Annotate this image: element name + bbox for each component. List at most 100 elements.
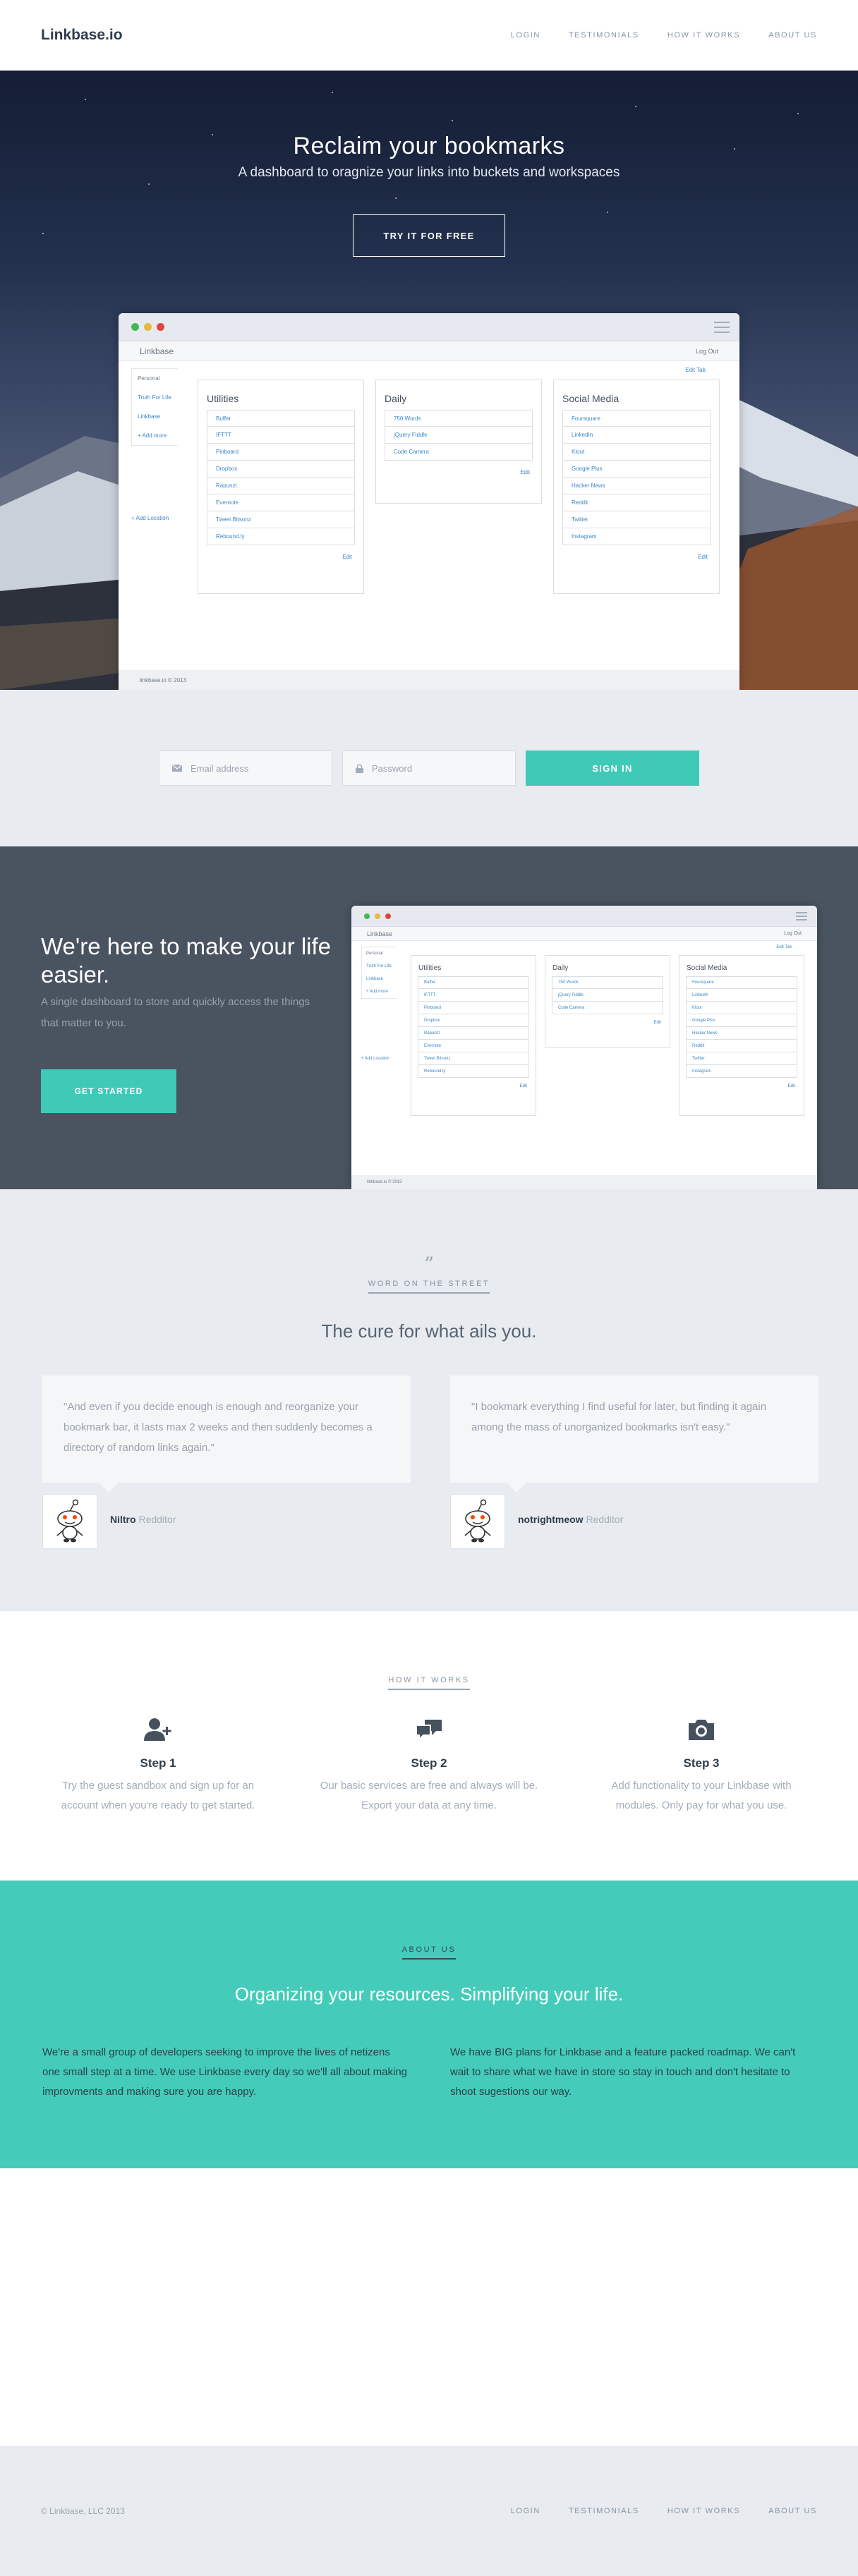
- email-field[interactable]: Email address: [159, 751, 332, 786]
- password-placeholder: Password: [372, 763, 413, 774]
- window-minimize-dot: [375, 913, 380, 919]
- reddit-alien-icon: [56, 1499, 83, 1543]
- add-workspace-link: + Add more: [366, 990, 388, 994]
- footer-how-it-works-link[interactable]: HOW IT WORKS: [667, 2507, 740, 2515]
- sign-in-button[interactable]: SIGN IN: [526, 751, 699, 786]
- author-role: Redditor: [586, 1514, 624, 1525]
- step-card: Step 1 Try the guest sandbox and sign up…: [45, 1715, 271, 1816]
- logout-link: Log Out: [784, 931, 802, 936]
- window-maximize-dot: [131, 323, 139, 331]
- bucket-card: Social Media Foursquare LinkedIn Klout G…: [679, 955, 804, 1116]
- bucket-link: Google Plus: [562, 461, 711, 478]
- step-title: Step 3: [683, 1756, 720, 1770]
- nav-about-link[interactable]: ABOUT US: [768, 31, 817, 40]
- bucket-link: Rebound.ly: [418, 1065, 529, 1078]
- bucket-link: Hacker News: [562, 478, 711, 494]
- bucket-link: Code Camera: [385, 444, 533, 461]
- feature-title: We're here to make your life easier.: [41, 933, 332, 988]
- bucket-edit-link: Edit: [519, 1084, 527, 1088]
- bucket-link: Reddit: [686, 1040, 797, 1052]
- testimonial-card: "And even if you decide enough is enough…: [42, 1375, 411, 1493]
- bucket-link: Buffer: [418, 976, 529, 989]
- edit-tabs-link: Edit Tab: [685, 367, 706, 373]
- nav-testimonials-link[interactable]: TESTIMONIALS: [569, 31, 639, 40]
- bucket-link: Rebound.ly: [207, 528, 355, 545]
- app-body: Edit Tab Personal Truth For Life Linkbas…: [119, 361, 739, 670]
- app-preview-large: Linkbase Log Out Edit Tab Personal Truth…: [119, 313, 739, 690]
- bucket-link: Klout: [686, 1002, 797, 1014]
- bucket-link: Rapunzl: [418, 1027, 529, 1040]
- nav-login-link[interactable]: LOGIN: [511, 31, 540, 40]
- step-title: Step 1: [140, 1756, 176, 1770]
- window-maximize-dot: [364, 913, 370, 919]
- step-description: Add functionality to your Linkbase with …: [611, 1780, 792, 1811]
- app-name: Linkbase: [367, 930, 393, 937]
- app-body: Edit Tab Personal Truth For Life Linkbas…: [351, 941, 817, 1175]
- blank-spacer: [0, 2168, 858, 2446]
- testimonial-author: Niltro Redditor: [110, 1514, 176, 1525]
- about-paragraph-left: We're a small group of developers seekin…: [42, 2046, 408, 2098]
- bucket-title: Social Media: [562, 393, 620, 404]
- app-footer: linkbase.io © 2013: [119, 670, 739, 690]
- bucket-link: Twitter: [686, 1052, 797, 1065]
- testimonial-author: notrightmeow Redditor: [518, 1514, 623, 1525]
- step-description: Try the guest sandbox and sign up for an…: [61, 1780, 255, 1811]
- camera-icon: [689, 1720, 714, 1740]
- bucket-title: Daily: [552, 964, 569, 972]
- bucket-card: Daily 750 Words jQuery Fiddle Code Camer…: [375, 379, 542, 504]
- try-free-button[interactable]: TRY IT FOR FREE: [353, 214, 505, 257]
- add-location-link: + Add Location: [131, 515, 169, 521]
- bucket-edit-link: Edit: [787, 1084, 795, 1088]
- bucket-link: Hacker News: [686, 1027, 797, 1040]
- footer-about-link[interactable]: ABOUT US: [768, 2507, 817, 2515]
- footer-testimonials-link[interactable]: TESTIMONIALS: [569, 2507, 639, 2515]
- feature-section: We're here to make your life easier. A s…: [0, 846, 858, 1189]
- nav-how-it-works-link[interactable]: HOW IT WORKS: [667, 31, 740, 40]
- app-header: Linkbase Log Out: [351, 927, 817, 941]
- add-user-icon: [144, 1718, 171, 1741]
- get-started-button[interactable]: GET STARTED: [41, 1069, 176, 1113]
- bucket-link: jQuery Fiddle: [552, 989, 663, 1002]
- hero-title: Reclaim your bookmarks: [293, 133, 565, 159]
- edit-tabs-link: Edit Tab: [776, 945, 792, 949]
- bucket-link: Evernote: [418, 1040, 529, 1052]
- footer-login-link[interactable]: LOGIN: [511, 2507, 540, 2515]
- hero-subtitle: A dashboard to oragnize your links into …: [238, 165, 620, 180]
- add-workspace-link: + Add more: [138, 432, 167, 439]
- bucket-edit-link: Edit: [520, 469, 530, 475]
- quote-icon: ”: [423, 1253, 435, 1276]
- bucket-link: Tweet Bitsonz: [418, 1052, 529, 1065]
- workspace-tabs: Personal Truth For Life Linkbase + Add m…: [361, 947, 397, 999]
- section-label: ABOUT US: [0, 1943, 858, 1960]
- workspace-tab: Personal: [138, 375, 160, 382]
- window-titlebar: [119, 313, 739, 341]
- chat-bubbles-icon: [416, 1720, 442, 1742]
- menu-icon: [796, 912, 807, 921]
- password-field[interactable]: Password: [342, 751, 516, 786]
- bucket-title: Utilities: [207, 393, 239, 404]
- bucket-title: Utilities: [418, 964, 442, 972]
- bucket-link: Pinboard: [207, 444, 355, 461]
- brand-logo[interactable]: Linkbase.io: [41, 27, 123, 44]
- bucket-link: Tweet Bitsonz: [207, 511, 355, 528]
- testimonials-label: WORD ON THE STREET: [368, 1280, 490, 1294]
- bucket-link: Google Plus: [686, 1014, 797, 1027]
- app-header: Linkbase Log Out: [119, 341, 739, 361]
- step-card: Step 3 Add functionality to your Linkbas…: [588, 1715, 814, 1816]
- testimonials-heading: The cure for what ails you.: [321, 1320, 537, 1342]
- author-role: Redditor: [138, 1514, 176, 1525]
- hero-section: Reclaim your bookmarks A dashboard to or…: [0, 71, 858, 690]
- author-name: Niltro: [110, 1514, 136, 1525]
- bucket-link: Dropbox: [418, 1014, 529, 1027]
- envelope-icon: [172, 765, 182, 772]
- email-placeholder: Email address: [191, 763, 249, 774]
- add-location-link: + Add Location: [361, 1057, 389, 1061]
- feature-subtitle: A single dashboard to store and quickly …: [41, 996, 310, 1029]
- workspace-tab: Personal: [366, 952, 383, 956]
- bucket-edit-link: Edit: [698, 554, 708, 560]
- bucket-edit-link: Edit: [342, 554, 352, 560]
- bucket-link: Pinboard: [418, 1002, 529, 1014]
- bucket-link: 750 Words: [552, 976, 663, 989]
- workspace-tab: Truth For Life: [138, 394, 171, 401]
- how-it-works-section: HOW IT WORKS Step 1 Try the guest sandbo…: [0, 1611, 858, 1881]
